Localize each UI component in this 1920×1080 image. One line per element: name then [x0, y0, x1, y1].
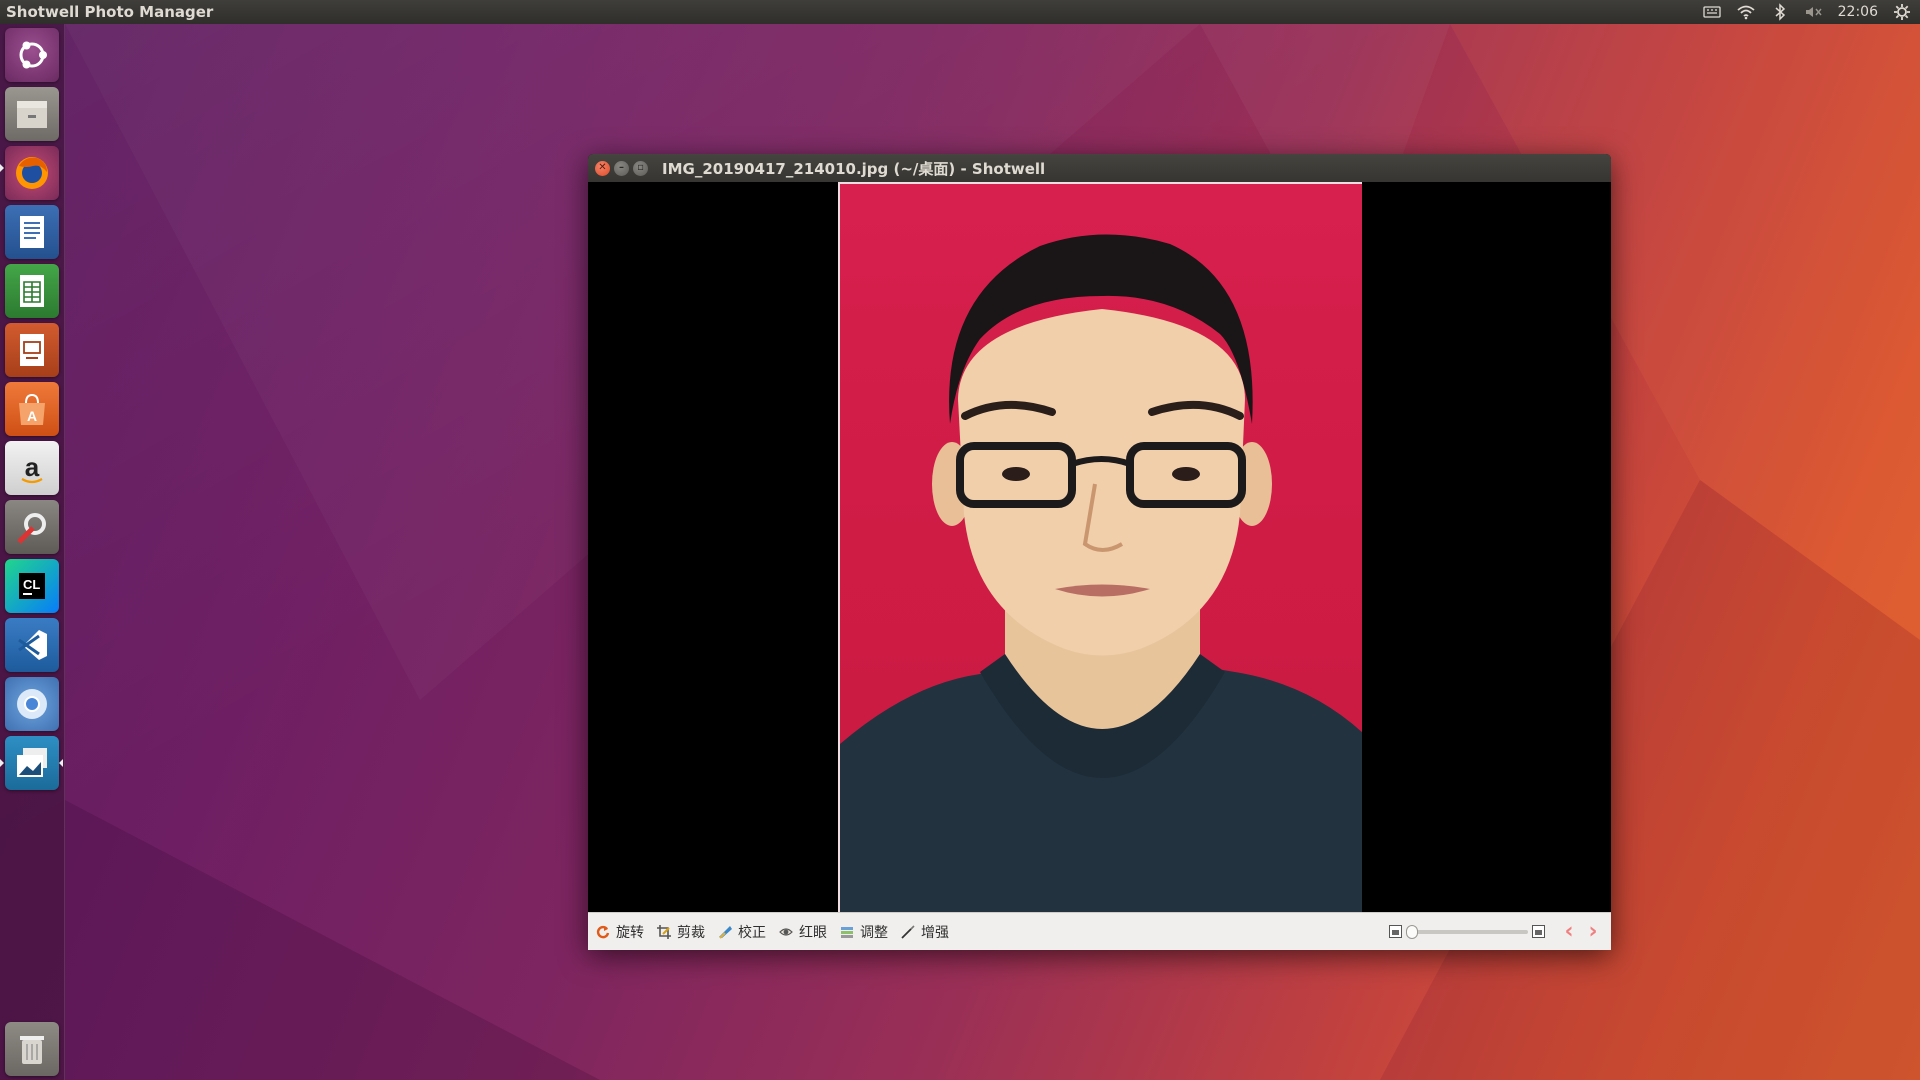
chromium-icon[interactable]: [5, 677, 59, 731]
libreoffice-writer-icon[interactable]: [5, 205, 59, 259]
svg-text:A: A: [27, 408, 37, 424]
clion-icon[interactable]: CL: [5, 559, 59, 613]
minimize-window-button[interactable]: –: [614, 160, 629, 176]
enhance-button[interactable]: 增强: [901, 922, 953, 942]
adjust-label: 调整: [860, 924, 888, 941]
shotwell-window: ✕ – ▫ IMG_20190417_214010.jpg (~/桌面) - S…: [588, 154, 1611, 950]
keyboard-icon[interactable]: [1702, 2, 1722, 22]
zoom-control: ‹ ›: [1389, 920, 1611, 943]
straighten-button[interactable]: 校正: [718, 922, 770, 942]
crop-button[interactable]: 剪裁: [657, 922, 709, 942]
libreoffice-calc-icon[interactable]: [5, 264, 59, 318]
photo-image: [838, 182, 1362, 912]
indicator-area: 22:06: [1702, 2, 1920, 22]
close-window-button[interactable]: ✕: [595, 160, 610, 176]
shotwell-icon[interactable]: [5, 736, 59, 790]
redeye-button[interactable]: 红眼: [779, 922, 831, 942]
bluetooth-icon[interactable]: [1770, 2, 1790, 22]
clock[interactable]: 22:06: [1838, 4, 1878, 20]
window-title: IMG_20190417_214010.jpg (~/桌面) - Shotwel…: [662, 159, 1046, 178]
photo-viewer[interactable]: [588, 182, 1611, 912]
zoom-in-icon[interactable]: [1532, 925, 1545, 938]
svg-text:CL: CL: [23, 577, 40, 592]
crop-label: 剪裁: [677, 924, 705, 941]
ubuntu-dash-icon[interactable]: [5, 28, 59, 82]
enhance-label: 增强: [921, 924, 949, 941]
firefox-icon[interactable]: [5, 146, 59, 200]
focused-indicator: [59, 759, 63, 767]
wifi-icon[interactable]: [1736, 2, 1756, 22]
photo-toolbar: 旋转 剪裁 校正 红眼 调整 增强 ‹ ›: [588, 912, 1611, 950]
amazon-icon[interactable]: a: [5, 441, 59, 495]
next-photo-button[interactable]: ›: [1581, 920, 1605, 943]
ubuntu-software-icon[interactable]: A: [5, 382, 59, 436]
running-indicator: [0, 164, 4, 172]
redeye-label: 红眼: [799, 924, 827, 941]
files-icon[interactable]: [5, 87, 59, 141]
crop-icon: [657, 924, 671, 939]
running-indicator: [0, 759, 4, 767]
zoom-slider[interactable]: [1406, 924, 1528, 939]
vscode-icon[interactable]: [5, 618, 59, 672]
top-panel: Shotwell Photo Manager 22:06: [0, 0, 1920, 24]
libreoffice-impress-icon[interactable]: [5, 323, 59, 377]
launcher: A a CL: [0, 24, 65, 1080]
maximize-window-button[interactable]: ▫: [633, 160, 648, 176]
straighten-icon: [719, 925, 732, 939]
magic-wand-icon: [901, 924, 915, 939]
zoom-out-icon[interactable]: [1389, 925, 1402, 938]
rotate-label: 旋转: [616, 924, 644, 941]
adjust-icon: [841, 926, 853, 938]
window-titlebar[interactable]: ✕ – ▫ IMG_20190417_214010.jpg (~/桌面) - S…: [588, 154, 1611, 182]
settings-gear-icon[interactable]: [1892, 2, 1912, 22]
trash-icon[interactable]: [5, 1022, 59, 1076]
volume-muted-icon[interactable]: [1804, 2, 1824, 22]
adjust-button[interactable]: 调整: [840, 922, 892, 942]
eye-icon: [779, 927, 793, 936]
rotate-icon: [596, 925, 610, 938]
straighten-label: 校正: [738, 924, 766, 941]
app-menu-title[interactable]: Shotwell Photo Manager: [0, 3, 213, 21]
system-settings-icon[interactable]: [5, 500, 59, 554]
svg-text:a: a: [25, 452, 40, 482]
previous-photo-button[interactable]: ‹: [1557, 920, 1581, 943]
rotate-button[interactable]: 旋转: [596, 922, 648, 942]
zoom-slider-handle[interactable]: [1406, 924, 1418, 939]
